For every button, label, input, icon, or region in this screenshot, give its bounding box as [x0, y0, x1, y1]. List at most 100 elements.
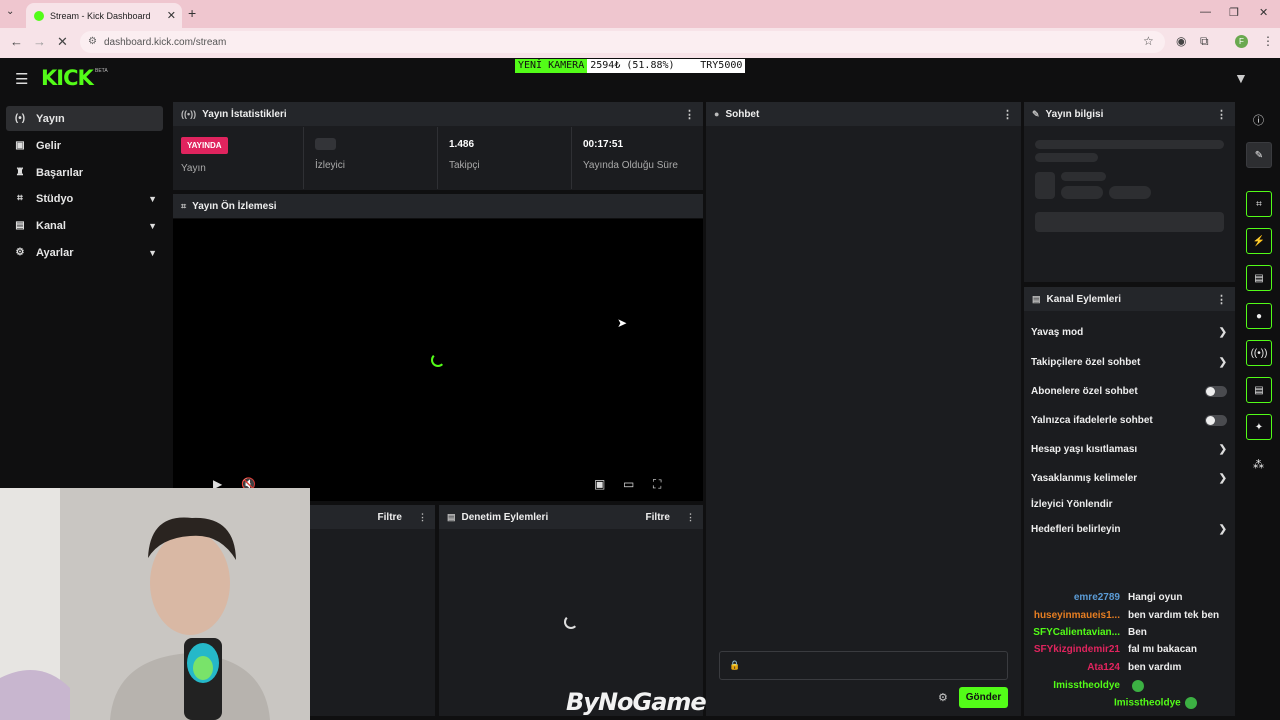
- close-window-icon[interactable]: ✕: [1259, 6, 1268, 19]
- theater-mode-icon[interactable]: ▭: [623, 477, 634, 491]
- sidebar-item-label: Stüdyo: [36, 192, 74, 205]
- stats-icon: ((•)): [181, 109, 197, 119]
- chat-overlay-line: SFYCalientavian... Ben: [1030, 627, 1280, 638]
- stat-label: Yayın: [181, 163, 206, 174]
- divider: [571, 127, 572, 189]
- mod-actions-header: ▤ Denetim Eylemleri Filtre ⋮: [439, 505, 703, 529]
- edit-pencil-icon[interactable]: ✎: [1246, 142, 1272, 168]
- chat-panel: [706, 102, 1021, 716]
- sidebar-item-gelir[interactable]: ▣ Gelir: [6, 133, 163, 158]
- mouse-cursor: ➤: [617, 316, 628, 330]
- loading-skeleton: [1035, 172, 1055, 199]
- lightning-icon[interactable]: ⚡: [1246, 228, 1272, 254]
- sidebar-item-basarilar[interactable]: ♜ Başarılar: [6, 160, 163, 185]
- address-bar[interactable]: dashboard.kick.com/stream: [80, 31, 1165, 53]
- chat-username: huseyinmaueis1...: [1033, 610, 1120, 621]
- subscribers-only-row[interactable]: Abonelere özel sohbet: [1031, 386, 1227, 397]
- divider: [303, 127, 304, 189]
- chat-overlay-line: huseyinmaueis1... ben vardım tek ben: [1030, 610, 1280, 621]
- extensions-puzzle-icon[interactable]: ⧉: [1200, 34, 1209, 49]
- gear-icon: ⚙: [15, 247, 25, 258]
- channel-actions-icon[interactable]: ▤: [1246, 377, 1272, 403]
- panel-menu-icon[interactable]: ⋮: [1216, 293, 1227, 306]
- info-icon[interactable]: ⓘ: [1253, 112, 1264, 128]
- chat-message: ben vardım: [1128, 662, 1182, 673]
- stop-icon[interactable]: ✕: [57, 34, 68, 50]
- filter-button[interactable]: Filtre: [646, 512, 670, 523]
- sidebar-item-yayin[interactable]: (•) Yayın: [6, 106, 163, 131]
- subscribers-only-toggle[interactable]: [1205, 386, 1227, 397]
- bynogame-watermark: ByNoGame: [566, 688, 707, 716]
- chat-overlay-line: emre2789 Hangi oyun: [1030, 592, 1280, 603]
- pip-icon[interactable]: ▣: [594, 477, 605, 491]
- chat-bubble-icon[interactable]: ●: [1246, 303, 1272, 329]
- loading-spinner: [431, 353, 445, 367]
- stream-info-title: Yayın bilgisi: [1045, 108, 1104, 120]
- trophy-icon: ♜: [15, 167, 25, 178]
- chevron-right-icon: ❯: [1218, 327, 1227, 338]
- user-menu-icon[interactable]: ▼: [1234, 70, 1248, 86]
- webcam-overlay: [0, 488, 310, 720]
- redirect-viewers-row[interactable]: İzleyici Yönlendir: [1031, 499, 1227, 510]
- loading-spinner: [564, 615, 578, 629]
- fullscreen-icon[interactable]: ⛶: [653, 477, 661, 492]
- emotes-only-toggle[interactable]: [1205, 415, 1227, 426]
- sidebar-item-label: Yayın: [36, 112, 65, 125]
- sidebar-item-label: Başarılar: [36, 166, 84, 179]
- studio-icon: ⌗: [17, 193, 23, 204]
- kick-logo[interactable]: KICK: [41, 66, 94, 90]
- tab-list-chevron-icon[interactable]: ⌄: [6, 6, 14, 17]
- followers-only-row[interactable]: Takipçilere özel sohbet ❯: [1031, 352, 1227, 372]
- chat-input[interactable]: [719, 651, 1008, 680]
- extension-icon[interactable]: ◉: [1176, 34, 1186, 48]
- more-widgets-icon[interactable]: ⁂: [1253, 458, 1264, 471]
- close-tab-icon[interactable]: ✕: [167, 9, 176, 22]
- slow-mode-row[interactable]: Yavaş mod ❯: [1031, 327, 1227, 338]
- emote-icon: [1132, 680, 1144, 692]
- back-icon[interactable]: ←: [10, 34, 23, 49]
- site-info-icon[interactable]: ⚙: [88, 36, 97, 47]
- emotes-only-row[interactable]: Yalnızca ifadelerle sohbet: [1031, 415, 1227, 426]
- new-tab-icon[interactable]: +: [188, 5, 196, 21]
- banned-words-row[interactable]: Yasaklanmış kelimeler ❯: [1031, 473, 1227, 484]
- forward-icon[interactable]: →: [33, 34, 46, 49]
- bookmark-star-icon[interactable]: ☆: [1143, 34, 1154, 48]
- donation-goal-ticker: YENİ KAMERA 2594₺ (51.88%) TRY5000: [515, 59, 746, 73]
- sidebar-item-label: Ayarlar: [36, 246, 74, 259]
- row-label: Yavaş mod: [1031, 327, 1084, 338]
- sidebar-item-kanal[interactable]: ▤ Kanal ▼: [6, 213, 163, 238]
- filter-button[interactable]: Filtre: [378, 512, 402, 523]
- menu-kebab-icon[interactable]: ⋮: [1262, 34, 1274, 48]
- panel-menu-icon[interactable]: ⋮: [686, 512, 695, 523]
- channel-actions-header: ▤ Kanal Eylemleri ⋮: [1024, 287, 1235, 311]
- chat-bubble-icon: ●: [714, 109, 720, 119]
- browser-tab[interactable]: Stream - Kick Dashboard ✕: [26, 3, 182, 28]
- stat-label: Yayında Olduğu Süre: [583, 160, 678, 171]
- broadcast-icon[interactable]: ((•)): [1246, 340, 1272, 366]
- document-icon[interactable]: ▤: [1246, 265, 1272, 291]
- restore-icon[interactable]: ❐: [1229, 6, 1239, 19]
- beta-tag: BETA: [95, 68, 108, 74]
- send-button[interactable]: Gönder: [959, 687, 1008, 708]
- preview-toggle-icon[interactable]: ⌗: [1246, 191, 1272, 217]
- panel-menu-icon[interactable]: ⋮: [1216, 108, 1227, 121]
- account-age-row[interactable]: Hesap yaşı kısıtlaması ❯: [1031, 444, 1227, 455]
- chevron-down-icon: ▼: [148, 193, 157, 204]
- chat-username: emre2789: [1073, 592, 1120, 603]
- panel-menu-icon[interactable]: ⋮: [684, 108, 695, 121]
- stat-uptime: 00:17:51 Yayında Olduğu Süre: [583, 127, 678, 189]
- stat-followers: 1.486 Takipçi: [449, 127, 480, 189]
- minimize-icon[interactable]: —: [1200, 6, 1211, 18]
- chat-message: Hangi oyun: [1128, 592, 1183, 603]
- chat-header: ● Sohbet ⋮: [706, 102, 1021, 126]
- sidebar-item-ayarlar[interactable]: ⚙ Ayarlar ▼: [6, 240, 163, 265]
- chat-settings-gear-icon[interactable]: ⚙: [938, 691, 948, 704]
- set-goals-row[interactable]: Hedefleri belirleyin ❯: [1031, 524, 1227, 535]
- profile-avatar[interactable]: F: [1235, 35, 1248, 48]
- hamburger-menu-icon[interactable]: ☰: [15, 70, 28, 88]
- row-label: Hedefleri belirleyin: [1031, 524, 1121, 535]
- wrench-icon[interactable]: ✦: [1246, 414, 1272, 440]
- panel-menu-icon[interactable]: ⋮: [418, 512, 427, 523]
- sidebar-item-studyo[interactable]: ⌗ Stüdyo ▼: [6, 186, 163, 211]
- panel-menu-icon[interactable]: ⋮: [1002, 108, 1013, 121]
